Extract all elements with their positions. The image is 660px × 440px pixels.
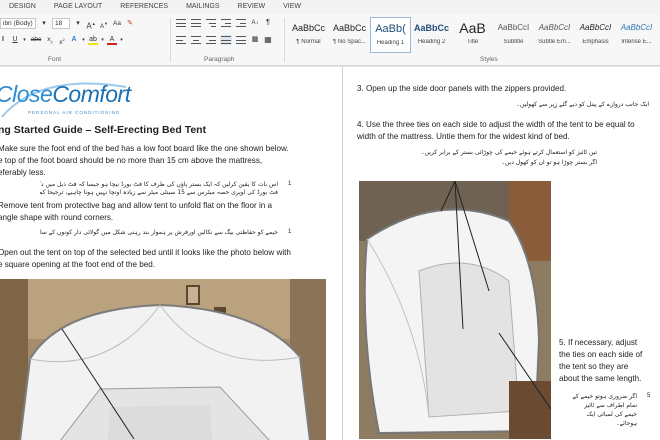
style-title[interactable]: AaB Title <box>452 17 493 53</box>
ribbon: ibri (Body) ▾ 18 ▾ A▲ A▼ Aa ✎ I U ▾ abc … <box>0 14 660 66</box>
step-1-urdu-line-1: اس بات کا یقین کرلیں کہ ایک بستر پاؤں کی… <box>40 181 278 188</box>
chevron-down-icon[interactable]: ▾ <box>119 35 124 45</box>
style-subtle-emphasis[interactable]: AaBbCcI Subtle Em... <box>534 17 575 53</box>
superscript-icon[interactable]: x2 <box>57 35 67 46</box>
tab-design[interactable]: DESIGN <box>0 0 45 14</box>
ribbon-tabs: DESIGN PAGE LAYOUT REFERENCES MAILINGS R… <box>0 0 660 14</box>
chevron-down-icon[interactable]: ▾ <box>100 35 105 45</box>
format-controls: I U ▾ abc x2 x2 A ▾ ab ▾ A ▾ <box>0 35 124 47</box>
step-5-urdu-line-1: اگر ضروری ہوتو خیمے کے <box>572 393 637 400</box>
tab-view[interactable]: VIEW <box>274 0 310 14</box>
shrink-font-icon[interactable]: A▼ <box>99 19 109 30</box>
style-intense-emphasis[interactable]: AaBbCcI Intense E... <box>616 17 657 53</box>
align-right-icon[interactable] <box>205 35 217 45</box>
logo: CloseComfort <box>0 81 131 108</box>
step-2-urdu-number: 1 <box>288 229 292 235</box>
step-4-line-1: 4. Use the three ties on each side to ad… <box>357 120 635 129</box>
step-5-urdu-number: 5 <box>647 393 651 399</box>
show-marks-icon[interactable]: ¶ <box>263 18 273 28</box>
font-size-box[interactable]: 18 <box>52 18 70 29</box>
grow-font-icon[interactable]: A▲ <box>86 19 96 31</box>
step-5-urdu-line-3: خیمے کی لمبائی ایک <box>586 411 637 418</box>
tab-review[interactable]: REVIEW <box>229 0 275 14</box>
borders-icon[interactable]: ▦ <box>263 35 273 45</box>
tab-mailings[interactable]: MAILINGS <box>177 0 228 14</box>
group-label-paragraph: Paragraph <box>204 56 235 63</box>
tab-references[interactable]: REFERENCES <box>111 0 177 14</box>
shading-icon[interactable]: ▩ <box>250 35 260 45</box>
divider <box>170 18 171 62</box>
document-title: ng Started Guide – Self-Erecting Bed Ten… <box>0 124 207 136</box>
step-1-line-1: Make sure the foot end of the bed has a … <box>0 144 289 153</box>
paragraph-controls-top: A↓ ¶ <box>175 18 273 28</box>
style-heading-1[interactable]: AaBb( Heading 1 <box>370 17 411 53</box>
step-3-line-1: Open out the tent on top of the selected… <box>0 248 291 257</box>
justify-icon[interactable] <box>220 35 232 45</box>
step-1-urdu-number: 1 <box>288 181 292 187</box>
paragraph-controls-bottom: ▩ ▦ <box>175 35 273 45</box>
step-1-line-2: e top of the foot board should be no mor… <box>0 156 263 165</box>
group-label-styles: Styles <box>480 56 498 63</box>
logo-comfort-text: Comfort <box>52 81 131 107</box>
font-color-icon[interactable]: A <box>107 36 117 45</box>
highlight-icon[interactable]: ab <box>88 36 98 45</box>
step-2-line-2: angle shape with round corners. <box>0 213 114 222</box>
align-center-icon[interactable] <box>190 35 202 45</box>
multilevel-list-icon[interactable] <box>205 18 217 28</box>
step-5-line-1: 5. If necessary, adjust <box>559 338 638 347</box>
text-effects-icon[interactable]: A <box>69 35 79 45</box>
step-5-line-4: about the same length. <box>559 374 642 383</box>
numbering-icon[interactable] <box>190 18 202 28</box>
style-no-spacing[interactable]: AaBbCc ¶ No Spac... <box>329 17 370 53</box>
style-subtitle[interactable]: AaBbCcI Subtitle <box>493 17 534 53</box>
step-5-urdu-line-4: ہوجائے۔ <box>616 420 637 427</box>
chevron-down-icon[interactable]: ▾ <box>22 35 27 45</box>
step-3b-text: 3. Open up the side door panels with the… <box>357 84 567 93</box>
line-spacing-icon[interactable] <box>235 35 247 45</box>
decrease-indent-icon[interactable] <box>220 18 232 28</box>
group-label-font: Font <box>48 56 62 63</box>
step-3b-urdu: ایک جانب دروازے کے پینل کو دیے گئے زِپر … <box>516 101 650 108</box>
sort-icon[interactable]: A↓ <box>250 18 260 28</box>
style-emphasis[interactable]: AaBbCcI Emphasis <box>575 17 616 53</box>
tab-page-layout[interactable]: PAGE LAYOUT <box>45 0 111 14</box>
clear-formatting-icon[interactable]: ✎ <box>125 19 135 29</box>
step-5-line-3: the tent so they are <box>559 362 629 371</box>
increase-indent-icon[interactable] <box>235 18 247 28</box>
logo-tagline: PERSONAL AIR CONDITIONING <box>28 110 121 115</box>
document-page-left[interactable]: CloseComfort PERSONAL AIR CONDITIONING n… <box>0 67 342 440</box>
tent-photo-1[interactable] <box>0 279 326 440</box>
word-window: DESIGN PAGE LAYOUT REFERENCES MAILINGS R… <box>0 0 660 440</box>
document-page-right[interactable]: 3. Open up the side door panels with the… <box>342 67 660 440</box>
tent-photo-2[interactable] <box>359 181 551 439</box>
step-4-line-2: width of the mattress. Untie them for th… <box>357 132 570 141</box>
logo-close-text: Close <box>0 81 53 107</box>
step-1-line-3: eferably less. <box>0 168 46 177</box>
align-left-icon[interactable] <box>175 35 187 45</box>
bold-icon[interactable]: I <box>0 35 8 45</box>
step-5-line-2: the ties on each side of <box>559 350 643 359</box>
divider <box>284 18 285 62</box>
chevron-down-icon[interactable]: ▾ <box>81 35 86 45</box>
style-heading-2[interactable]: AaBbCc Heading 2 <box>411 17 452 53</box>
step-2-line-1: Remove tent from protective bag and allo… <box>0 201 272 210</box>
step-5-urdu-line-2: تمام اطراف سے ٹائیز <box>584 402 637 409</box>
font-name-box[interactable]: ibri (Body) <box>0 18 36 29</box>
chevron-down-icon[interactable]: ▾ <box>73 19 83 29</box>
step-1-urdu-line-2: فٹ بورڈ کی اوپری حصہ میٹرس سے 15 سینٹی م… <box>40 189 278 196</box>
step-2-urdu: خیمے کو حفاظتی بیگ سے نکالیں اورفرش پر ہ… <box>40 229 278 236</box>
subscript-icon[interactable]: x2 <box>45 35 55 45</box>
step-3-line-2: e square opening at the foot end of the … <box>0 260 156 269</box>
step-4-urdu-line-2: اگر بستر چوڑا ہو تو ان کو کھول دیں۔ <box>501 159 597 166</box>
chevron-down-icon[interactable]: ▾ <box>39 19 49 29</box>
style-normal[interactable]: AaBbCc ¶ Normal <box>288 17 329 53</box>
styles-gallery: AaBbCc ¶ Normal AaBbCc ¶ No Spac... AaBb… <box>288 17 657 53</box>
change-case-icon[interactable]: Aa <box>112 19 122 29</box>
strikethrough-icon[interactable]: abc <box>29 35 43 45</box>
step-4-urdu-line-1: تین ٹائیز کو استعمال کرتے ہوئے خیمے کی چ… <box>421 149 597 156</box>
font-controls: ibri (Body) ▾ 18 ▾ A▲ A▼ Aa ✎ <box>0 18 135 31</box>
bullets-icon[interactable] <box>175 18 187 28</box>
underline-icon[interactable]: U <box>10 35 20 45</box>
